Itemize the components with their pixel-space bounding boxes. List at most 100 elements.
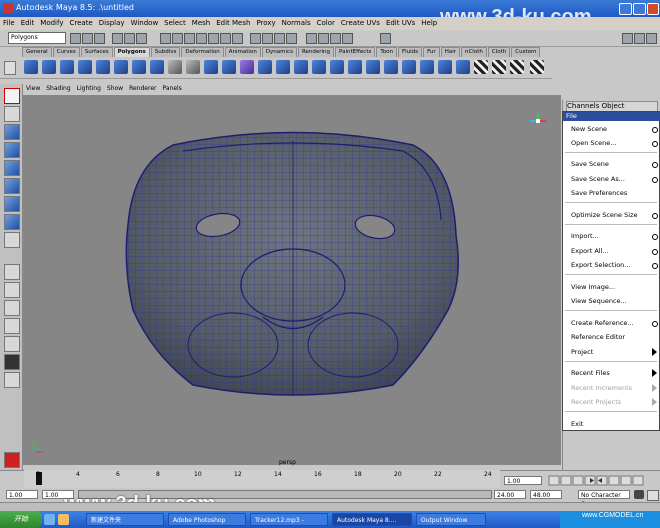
mask-dynamic-icon[interactable] <box>220 33 231 44</box>
panel-menu-shading[interactable]: Shading <box>43 84 73 94</box>
rotate-tool-icon[interactable] <box>4 160 20 176</box>
mask-surface-icon[interactable] <box>196 33 207 44</box>
mask-joint-icon[interactable] <box>172 33 183 44</box>
menu-item-reference-editor[interactable]: Reference Editor <box>571 333 625 341</box>
open-scene-icon[interactable] <box>82 33 93 44</box>
quick-launch-icon[interactable] <box>58 514 69 525</box>
menu-item-optimize-scene-size[interactable]: Optimize Scene Size <box>571 211 637 219</box>
menu-create[interactable]: Create <box>66 17 95 28</box>
append-polygon-icon[interactable] <box>330 60 344 74</box>
menu-item-exit[interactable]: Exit <box>571 420 583 428</box>
tab-dynamics[interactable]: Dynamics <box>261 47 297 57</box>
tool-settings-icon[interactable] <box>634 33 645 44</box>
menu-mesh[interactable]: Mesh <box>189 17 213 28</box>
poly-pyramid-icon[interactable] <box>150 60 164 74</box>
minimize-button[interactable] <box>619 3 632 15</box>
open-scene-option-icon[interactable] <box>652 141 658 147</box>
tab-hair[interactable]: Hair <box>440 47 460 57</box>
menu-item-save-preferences[interactable]: Save Preferences <box>571 189 627 197</box>
panel-menu-show[interactable]: Show <box>104 84 126 94</box>
menu-item-project[interactable]: Project <box>571 348 593 356</box>
snap-curve-icon[interactable] <box>262 33 273 44</box>
poly-torus-icon[interactable] <box>114 60 128 74</box>
tab-subdivs[interactable]: Subdivs <box>150 47 181 57</box>
menu-window[interactable]: Window <box>128 17 162 28</box>
poly-prism-icon[interactable] <box>132 60 146 74</box>
key-icon[interactable] <box>634 490 644 499</box>
mask-deform-icon[interactable] <box>208 33 219 44</box>
panel-menu-panels[interactable]: Panels <box>159 84 184 94</box>
poke-icon[interactable] <box>456 60 470 74</box>
select-object-icon[interactable] <box>124 33 135 44</box>
tab-ncloth[interactable]: nCloth <box>460 47 487 57</box>
menu-item-new-scene[interactable]: New Scene <box>571 125 607 133</box>
outliner-layout-icon[interactable] <box>4 318 20 334</box>
select-component-icon[interactable] <box>136 33 147 44</box>
show-manipulator-icon[interactable] <box>4 232 20 248</box>
start-button[interactable]: 开始 <box>0 511 42 528</box>
lasso-tool-icon[interactable] <box>4 106 20 122</box>
menu-modify[interactable]: Modify <box>37 17 66 28</box>
animation-preferences-icon[interactable] <box>647 490 659 501</box>
poly-cube-icon[interactable] <box>42 60 56 74</box>
menu-item-export-selection[interactable]: Export Selection... <box>571 261 631 269</box>
close-button[interactable] <box>647 3 659 15</box>
menu-edit-mesh[interactable]: Edit Mesh <box>213 17 253 28</box>
bevel-icon[interactable] <box>420 60 434 74</box>
end-time-field[interactable]: 48.00 <box>530 490 562 499</box>
scale-tool-icon[interactable] <box>4 178 20 194</box>
tab-custom[interactable]: Custom <box>511 47 541 57</box>
poly-cone-icon[interactable] <box>78 60 92 74</box>
menu-item-recent-files[interactable]: Recent Files <box>571 369 610 377</box>
select-hierarchy-icon[interactable] <box>112 33 123 44</box>
merge-icon[interactable] <box>402 60 416 74</box>
mask-handle-icon[interactable] <box>160 33 171 44</box>
render-settings-icon[interactable] <box>342 33 353 44</box>
attribute-editor-icon[interactable] <box>622 33 633 44</box>
menu-item-save-scene[interactable]: Save Scene <box>571 160 609 168</box>
tab-cloth[interactable]: Cloth <box>487 47 511 57</box>
tab-surfaces[interactable]: Surfaces <box>80 47 113 57</box>
new-scene-option-icon[interactable] <box>652 127 658 133</box>
bridge-icon[interactable] <box>312 60 326 74</box>
four-view-layout-icon[interactable] <box>4 282 20 298</box>
extract-icon[interactable] <box>204 60 218 74</box>
menu-proxy[interactable]: Proxy <box>253 17 278 28</box>
menu-file[interactable]: File <box>0 17 18 28</box>
panel-menu-renderer[interactable]: Renderer <box>126 84 159 94</box>
subdiv-proxy-icon[interactable] <box>240 60 254 74</box>
perspective-viewport[interactable] <box>23 95 561 465</box>
taskbar-button[interactable]: 新建文件夹 <box>86 513 164 526</box>
channel-box-icon[interactable] <box>646 33 657 44</box>
tab-rendering[interactable]: Rendering <box>297 47 335 57</box>
uv-cylindrical-icon[interactable] <box>492 60 506 74</box>
tab-fluids[interactable]: Fluids <box>398 47 423 57</box>
taskbar-button-active[interactable]: Autodesk Maya 8.... <box>332 513 412 526</box>
current-time-field[interactable]: 1.00 <box>504 476 542 485</box>
menu-item-import[interactable]: Import... <box>571 232 599 240</box>
playback-end-field[interactable]: 24.00 <box>494 490 526 499</box>
soft-mod-tool-icon[interactable] <box>4 214 20 230</box>
time-slider-track[interactable]: 1 2 4 6 8 10 12 14 16 18 20 22 24 <box>24 470 500 488</box>
single-perspective-layout-icon[interactable] <box>4 264 20 280</box>
taskbar-button[interactable]: Adobe Photoshop <box>168 513 246 526</box>
character-set-select[interactable]: No Character Se <box>578 490 630 508</box>
render-icon[interactable] <box>318 33 329 44</box>
menu-create-uvs[interactable]: Create UVs <box>338 17 383 28</box>
poly-plane-icon[interactable] <box>96 60 110 74</box>
combine-icon[interactable] <box>168 60 182 74</box>
taskbar-button[interactable]: Tracker12.mp3 - <box>250 513 328 526</box>
export-all-option-icon[interactable] <box>652 249 658 255</box>
two-view-layout-icon[interactable] <box>4 300 20 316</box>
insert-edge-loop-icon[interactable] <box>366 60 380 74</box>
new-scene-icon[interactable] <box>70 33 81 44</box>
wedge-icon[interactable] <box>438 60 452 74</box>
uv-automatic-icon[interactable] <box>530 60 544 74</box>
optimize-scene-option-icon[interactable] <box>652 213 658 219</box>
import-option-icon[interactable] <box>652 234 658 240</box>
menu-item-view-image[interactable]: View Image... <box>571 283 615 291</box>
snap-grid-icon[interactable] <box>250 33 261 44</box>
tab-curves[interactable]: Curves <box>52 47 80 57</box>
move-tool-icon[interactable] <box>4 142 20 158</box>
tab-fur[interactable]: Fur <box>423 47 440 57</box>
